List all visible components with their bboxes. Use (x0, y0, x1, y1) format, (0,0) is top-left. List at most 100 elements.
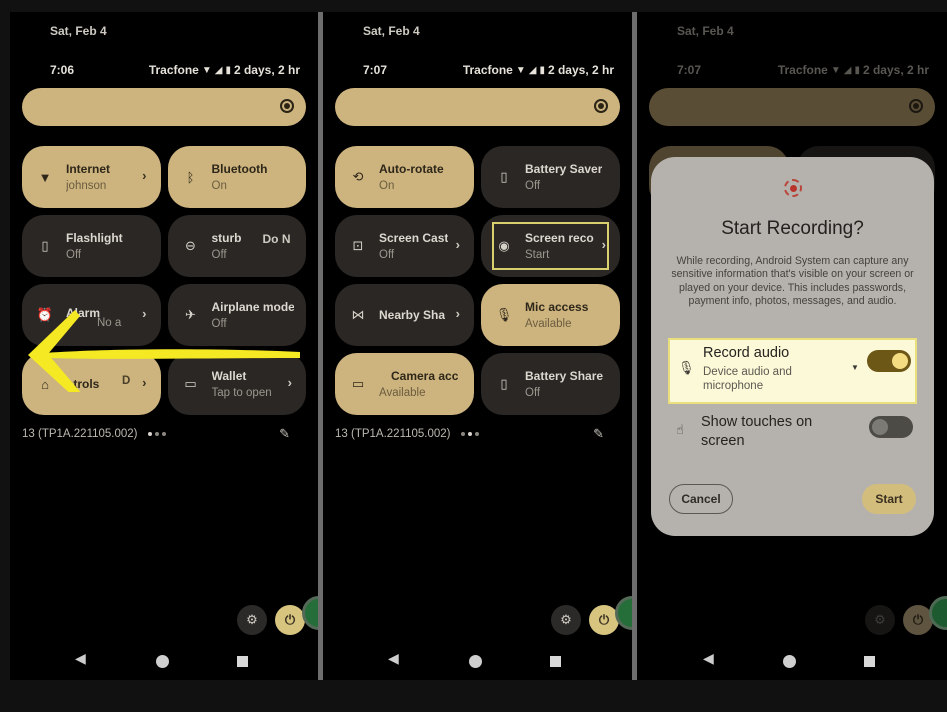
tile-auto-rotate[interactable]: ⟲ Auto-rotate On (335, 146, 474, 208)
record-audio-label: Record audio (703, 345, 790, 361)
settings-button[interactable]: ⚙ (551, 605, 581, 635)
chevron-right-icon: › (455, 306, 460, 321)
wifi-icon: ▼ (515, 64, 526, 76)
back-button[interactable]: ◀ (703, 650, 714, 667)
tile-title: sturb (211, 231, 242, 245)
arrow-head (28, 310, 81, 392)
gear-icon: ⚙ (560, 612, 572, 627)
tile-subtitle: Off (525, 387, 541, 399)
clock: 7:07 (677, 63, 702, 77)
chevron-right-icon: › (455, 237, 460, 252)
tile-subtitle: Off (211, 249, 227, 261)
settings-button[interactable]: ⚙ (237, 605, 267, 635)
chevron-right-icon: › (601, 237, 606, 252)
tile-title: Screen reco (525, 231, 594, 245)
show-touches-label: Show touches on screen (701, 414, 813, 449)
start-recording-dialog: Start Recording? While recording, Androi… (651, 157, 934, 536)
battery-share-icon: ▯ (500, 376, 508, 391)
phone-screen-3: Sat, Feb 4 7:07 Tracfone ▼ ◢ ▮ 2 days, 2… (637, 12, 947, 680)
battery-icon: ▮ (539, 64, 545, 76)
dropdown-arrow-icon[interactable]: ▼ (851, 363, 859, 372)
tile-subtitle: Available (525, 318, 572, 330)
record-audio-source[interactable]: Device audio and microphone (703, 365, 823, 393)
flashlight-icon: ▯ (41, 238, 49, 253)
tile-title: Bluetooth (211, 162, 268, 176)
tile-title: Battery Saver (525, 162, 603, 176)
tile-mic-access[interactable]: 🎙︎ Mic access Available (481, 284, 620, 346)
date: Sat, Feb 4 (677, 24, 734, 38)
tile-title: Screen Cast (379, 231, 449, 245)
swipe-arrow-annotation (28, 310, 300, 392)
tile-camera-access[interactable]: ▭ Camera acc Available (335, 353, 474, 415)
recents-button[interactable] (237, 656, 248, 667)
tile-subtitle: On (211, 180, 227, 192)
start-button[interactable]: Start (862, 484, 916, 514)
status-bar: Tracfone ▼ ◢ ▮ 2 days, 2 hr (778, 63, 929, 77)
show-touches-toggle[interactable] (869, 416, 913, 438)
edit-icon[interactable]: ✎ (593, 426, 604, 442)
power-button[interactable]: ⏻ (275, 605, 305, 635)
user-switcher-button[interactable] (302, 596, 318, 630)
phone-screen-1: Sat, Feb 4 7:06 Tracfone ▼ ◢ ▮ 2 days, 2… (10, 12, 318, 680)
tile-internet[interactable]: ▼ Internet johnson › (22, 146, 161, 208)
tile-screen-record[interactable]: ◉ Screen reco Start › (481, 215, 620, 277)
date: Sat, Feb 4 (363, 24, 420, 38)
record-audio-toggle[interactable] (867, 350, 911, 372)
tile-subtitle: Start (525, 249, 550, 261)
phone-screen-2: Sat, Feb 4 7:07 Tracfone ▼ ◢ ▮ 2 days, 2… (323, 12, 632, 680)
tile-title: Flashlight (66, 231, 123, 245)
tile-subtitle: Off (379, 249, 395, 261)
date: Sat, Feb 4 (50, 24, 107, 38)
wifi-icon: ▼ (830, 64, 841, 76)
record-audio-option[interactable]: 🎙︎ Record audio Device audio and microph… (668, 338, 917, 404)
home-button[interactable] (156, 655, 169, 668)
chevron-right-icon: › (142, 168, 147, 183)
tile-flashlight[interactable]: ▯ Flashlight Off (22, 215, 161, 277)
edit-icon[interactable]: ✎ (279, 426, 290, 442)
back-button[interactable]: ◀ (388, 650, 399, 667)
back-button[interactable]: ◀ (75, 650, 86, 667)
carrier: Tracfone (777, 63, 828, 77)
battery-icon: ▮ (854, 64, 860, 76)
brightness-icon (280, 99, 294, 113)
touch-icon: ☝ (676, 422, 684, 437)
power-icon: ⏻ (284, 612, 296, 627)
cancel-button[interactable]: Cancel (669, 484, 733, 514)
battery-saver-icon: ▯ (500, 169, 508, 184)
tile-battery-share[interactable]: ▯ Battery Share Off (481, 353, 620, 415)
signal-icon: ◢ (214, 64, 223, 76)
build-number: 13 (TP1A.221105.002) (22, 428, 166, 440)
nearby-share-icon: ⋈ (351, 307, 365, 322)
tile-title: Mic access (525, 300, 589, 314)
home-button[interactable] (783, 655, 796, 668)
clock: 7:06 (50, 63, 75, 77)
signal-icon: ◢ (528, 64, 537, 76)
show-touches-option[interactable]: ☝ Show touches on screen (668, 410, 917, 456)
gear-icon: ⚙ (874, 612, 886, 627)
tile-subtitle: On (379, 180, 395, 192)
battery-text: 2 days, 2 hr (547, 63, 614, 77)
build-number: 13 (TP1A.221105.002) (335, 428, 479, 440)
screen-record-icon (784, 179, 802, 197)
page-indicator[interactable] (460, 432, 479, 436)
home-button[interactable] (469, 655, 482, 668)
tile-title: Camera acc (391, 369, 459, 383)
recents-button[interactable] (550, 656, 561, 667)
brightness-slider[interactable] (335, 88, 620, 126)
carrier: Tracfone (462, 63, 513, 77)
recents-button[interactable] (864, 656, 875, 667)
tile-bluetooth[interactable]: ᛒ Bluetooth On (167, 146, 306, 208)
signal-icon: ◢ (843, 64, 852, 76)
page-indicator[interactable] (147, 432, 166, 436)
tile-subtitle: Off (66, 249, 82, 261)
wifi-icon: ▼ (38, 169, 52, 185)
brightness-slider[interactable] (22, 88, 306, 126)
clock: 7:07 (363, 63, 388, 77)
do-not-disturb-icon: ⊖ (185, 238, 196, 253)
tile-do-not-disturb[interactable]: ⊖ sturb Off Do N (167, 215, 306, 277)
tile-nearby-share[interactable]: ⋈ Nearby Sha › (335, 284, 474, 346)
tile-battery-saver[interactable]: ▯ Battery Saver Off (481, 146, 620, 208)
tile-screen-cast[interactable]: ⊡ Screen Cast Off › (335, 215, 474, 277)
mic-icon: 🎙︎ (495, 307, 513, 322)
power-icon: ⏻ (598, 612, 610, 627)
